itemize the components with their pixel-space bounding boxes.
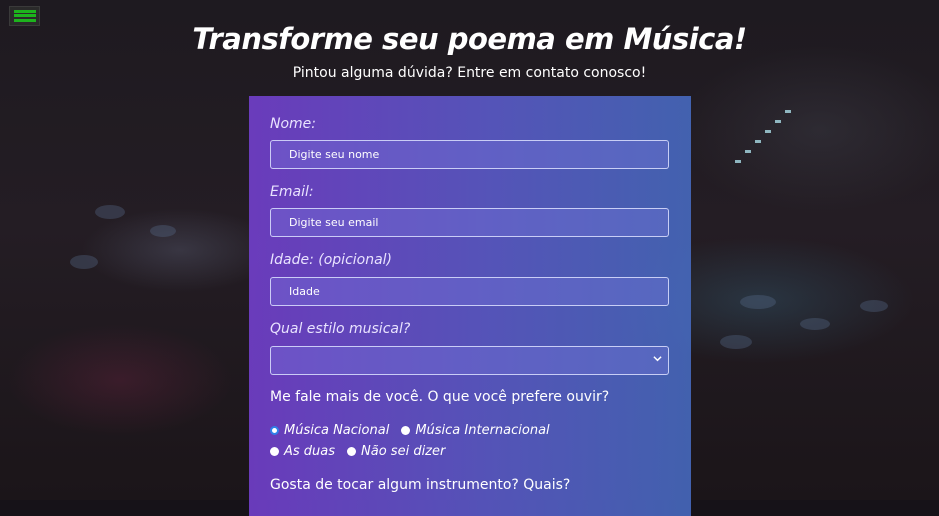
preference-question: Me fale mais de você. O que você prefere… <box>270 389 610 405</box>
name-input[interactable] <box>270 140 669 169</box>
menu-bar <box>13 9 36 13</box>
radio-nao-sei-dizer[interactable]: Não sei dizer <box>347 444 445 459</box>
page-subtitle: Pintou alguma dúvida? Entre em contato c… <box>292 65 647 81</box>
radio-label: Música Internacional <box>415 423 550 438</box>
email-label: Email: <box>270 184 314 200</box>
radio-musica-internacional[interactable]: Música Internacional <box>401 423 550 438</box>
radio-label: Não sei dizer <box>361 444 446 459</box>
radio-label: As duas <box>284 444 336 459</box>
age-input[interactable] <box>270 277 669 306</box>
radio-unselected-icon[interactable] <box>270 447 279 456</box>
name-label: Nome: <box>270 116 317 132</box>
radio-label: Música Nacional <box>284 423 390 438</box>
radio-selected-icon[interactable] <box>270 426 279 435</box>
instrument-question: Gosta de tocar algum instrumento? Quais? <box>270 477 571 493</box>
email-input[interactable] <box>270 208 669 237</box>
chevron-down-icon <box>653 356 662 362</box>
age-label: Idade: (opicional) <box>270 252 393 268</box>
radio-as-duas[interactable]: As duas <box>270 444 335 459</box>
contact-form: Nome: Email: Idade: (opicional) Qual est… <box>249 96 691 516</box>
music-style-select[interactable] <box>270 346 669 375</box>
page-title: Transforme seu poema em Música! <box>192 22 747 56</box>
radio-unselected-icon[interactable] <box>401 426 411 435</box>
radio-musica-nacional[interactable]: Música Nacional <box>270 423 389 438</box>
music-style-label: Qual estilo musical? <box>270 321 411 337</box>
radio-unselected-icon[interactable] <box>347 447 357 456</box>
menu-bar <box>13 14 36 18</box>
